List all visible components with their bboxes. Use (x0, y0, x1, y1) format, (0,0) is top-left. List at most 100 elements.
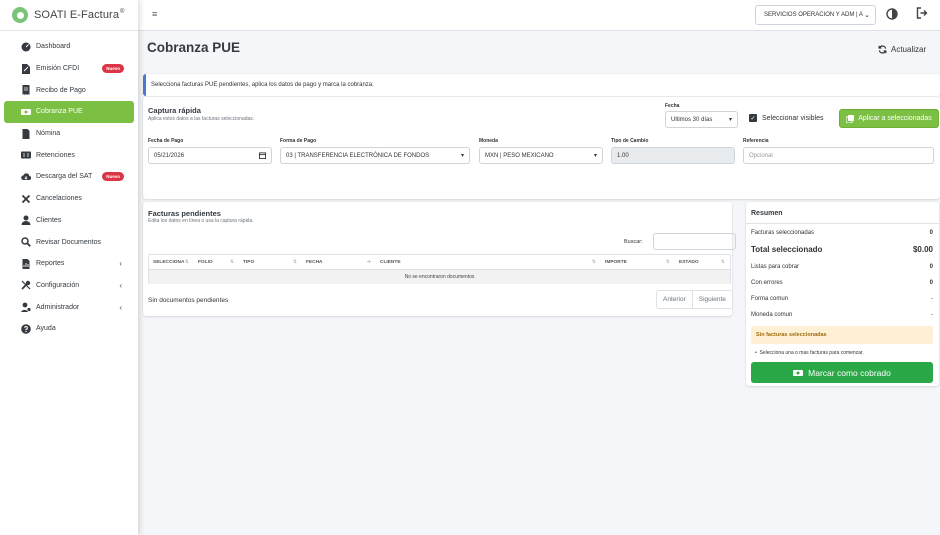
summary-row-label: Moneda comun (751, 312, 793, 318)
caret-down-icon: ▾ (593, 153, 597, 159)
summary-row-value: 0 (929, 264, 933, 270)
summary-title: Resumen (751, 210, 783, 217)
sidebar-item-label: Cancelaciones (36, 195, 82, 203)
summary-divider (746, 223, 939, 224)
fecha-filter-select[interactable]: Ultimos 30 días ▾ (665, 111, 738, 128)
mark-collected-label: Marcar como cobrado (808, 367, 891, 378)
moneda-label: Moneda (479, 138, 498, 144)
sidebar-item-clientes[interactable]: Clientes (4, 210, 134, 232)
sidebar-item-administrador[interactable]: Administrador ‹ (4, 296, 134, 318)
sidebar-item-ayuda[interactable]: Ayuda (4, 318, 134, 340)
forma-pago-select[interactable]: 03 | TRANSFERENCIA ELECTRÓNICA DE FONDOS… (280, 147, 470, 164)
receipt-icon (20, 85, 31, 96)
moneda-select[interactable]: MXN | PESO MEXICANO ▾ (479, 147, 603, 164)
pending-invoices-card: Facturas pendientes Edita los datos en l… (143, 202, 736, 316)
theme-toggle-icon[interactable] (886, 8, 898, 20)
summary-row-value: 0 (929, 230, 933, 236)
sidebar-item-dashboard[interactable]: Dashboard (4, 36, 134, 58)
table-header-row: SELECCIONA ⇅ FOLIO ⇅ TIPO ⇅ FECHA ➔ CLIENTE ⇅… (149, 255, 730, 270)
info-callout: Selecciona facturas PUE pendientes, apli… (143, 74, 940, 96)
document-icon (20, 128, 31, 139)
copy-icon (846, 114, 855, 123)
user-icon (20, 215, 31, 226)
caret-down-icon: ▾ (728, 117, 732, 123)
pagination-next[interactable]: Siguiente (691, 291, 732, 308)
new-badge: Nuevo (102, 64, 124, 74)
sidebar-item-emision-cfdi[interactable]: Emisión CFDI Nuevo (4, 58, 134, 80)
summary-total-row: Total seleccionado $0.00 (751, 245, 933, 254)
referencia-placeholder: Opcional (749, 152, 773, 159)
referencia-input[interactable]: Opcional (743, 147, 934, 164)
quick-capture-subtitle: Aplica estos datos a las facturas selecc… (148, 116, 255, 122)
sidebar-item-reportes[interactable]: Reportes ‹ (4, 253, 134, 275)
apply-selected-button[interactable]: Aplicar a seleccionadas (839, 109, 939, 128)
chevron-left-icon: ‹ (119, 302, 122, 312)
id-card-icon (20, 150, 31, 161)
sidebar-item-label: Ayuda (36, 325, 56, 333)
summary-row-value: 0 (929, 280, 933, 286)
tipo-cambio-input[interactable]: 1.00 (611, 147, 735, 164)
chevron-left-icon: ‹ (119, 259, 122, 269)
cloud-download-icon (20, 171, 31, 182)
column-header-cliente[interactable]: CLIENTE ⇅ (376, 255, 601, 269)
summary-row-label: Facturas seleccionadas (751, 230, 815, 236)
summary-row: Forma comun - (751, 296, 933, 302)
sidebar-item-descarga-sat[interactable]: Descarga del SAT Nuevo (4, 166, 134, 188)
refresh-button[interactable]: Actualizar (878, 45, 926, 54)
pagination-previous[interactable]: Anterior (657, 291, 692, 308)
caret-down-icon: ▾ (460, 153, 464, 159)
sidebar-item-label: Nómina (36, 130, 61, 138)
sidebar-item-label: Recibo de Pago (36, 86, 86, 94)
summary-row-label: Total seleccionado (751, 245, 823, 254)
sidebar-item-label: Descarga del SAT (36, 173, 93, 181)
sidebar-item-retenciones[interactable]: Retenciones (4, 144, 134, 166)
report-icon (20, 258, 31, 269)
sidebar-item-cancelaciones[interactable]: Cancelaciones (4, 188, 134, 210)
tools-icon (20, 280, 31, 291)
column-header-fecha[interactable]: FECHA ➔ (302, 255, 376, 269)
logout-icon[interactable] (916, 7, 928, 19)
sidebar-item-cobranza-pue[interactable]: Cobranza PUE (4, 101, 134, 123)
sidebar-item-label: Reportes (36, 260, 65, 268)
summary-row-label: Listas para cobrar (751, 264, 800, 270)
user-gear-icon (20, 302, 31, 313)
sidebar-item-nomina[interactable]: Nómina (4, 123, 134, 145)
summary-row-label: Forma comun (751, 296, 789, 302)
checkbox-checked-icon: ✓ (749, 114, 757, 122)
sidebar-item-recibo-pago[interactable]: Recibo de Pago (4, 79, 134, 101)
brand[interactable]: SOATI E-Factura® (0, 0, 138, 31)
select-visible-label: Seleccionar visibles (762, 114, 824, 122)
summary-row: Listas para cobrar 0 (751, 264, 933, 270)
refresh-icon (878, 45, 887, 54)
tipo-cambio-label: Tipo de Cambio (611, 138, 649, 144)
referencia-label: Referencia (743, 138, 769, 144)
company-select[interactable]: SERVICIOS OPERACION Y ADM | A ⌄ (755, 5, 876, 25)
pagination: Anterior Siguiente (656, 290, 733, 309)
search-icon (20, 237, 31, 248)
column-header-folio[interactable]: FOLIO ⇅ (194, 255, 239, 269)
table-info: Sin documentos pendientes (148, 297, 229, 304)
column-header-selecciona[interactable]: SELECCIONA ⇅ (149, 255, 194, 269)
apply-selected-label: Aplicar a seleccionadas (858, 115, 932, 122)
chevron-left-icon: ‹ (119, 280, 122, 290)
column-header-tipo[interactable]: TIPO ⇅ (239, 255, 302, 269)
sidebar-item-label: Clientes (36, 216, 62, 224)
column-header-estado[interactable]: ESTADO ⇅ (675, 255, 730, 269)
company-select-value: SERVICIOS OPERACION Y ADM | A (764, 12, 863, 18)
sidebar-item-revisar-documentos[interactable]: Revisar Documentos (4, 231, 134, 253)
mark-collected-button[interactable]: Marcar como cobrado (751, 362, 933, 383)
hamburger-menu-icon[interactable]: ≡ (152, 9, 157, 19)
pending-subtitle: Edita los datos en línea o usa la captur… (148, 218, 254, 224)
fecha-pago-input[interactable]: 05/21/2026 (148, 147, 272, 164)
select-visible-checkbox[interactable]: ✓ Seleccionar visibles (749, 114, 823, 122)
moneda-value: MXN | PESO MEXICANO (485, 152, 554, 159)
sidebar-nav: Dashboard Emisión CFDI Nuevo Recibo de P… (0, 31, 138, 340)
page-title: Cobranza PUE (147, 40, 241, 55)
sidebar-item-configuracion[interactable]: Configuración ‹ (4, 275, 134, 297)
main-content: Cobranza PUE Actualizar Selecciona factu… (138, 31, 940, 535)
search-input[interactable] (653, 233, 736, 250)
forma-pago-value: 03 | TRANSFERENCIA ELECTRÓNICA DE FONDOS (286, 152, 430, 159)
sidebar-item-label: Configuración (36, 281, 80, 289)
sidebar-item-label: Retenciones (36, 151, 75, 159)
column-header-importe[interactable]: IMPORTE ⇅ (601, 255, 675, 269)
